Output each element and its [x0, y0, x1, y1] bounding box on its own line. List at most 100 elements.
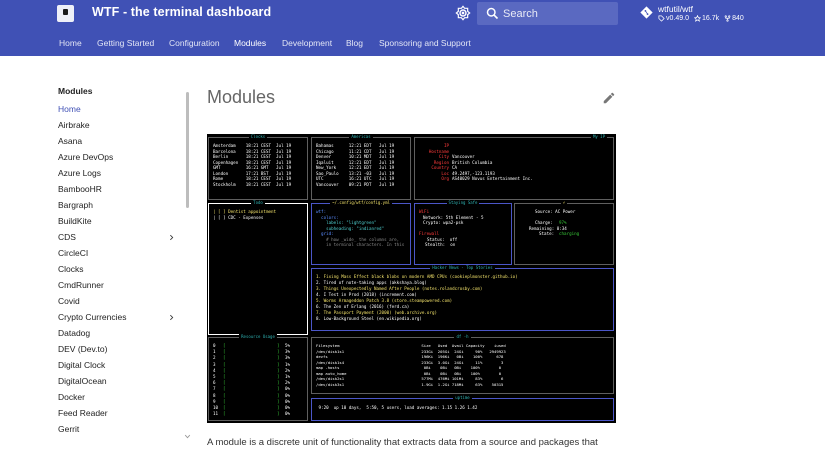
security-panel: Staying Safe WiFi Network: 5th Element -…: [414, 200, 512, 265]
cpu-percent: 2%: [285, 380, 291, 386]
config-panel: ~/.config/wtf/config.yml wtf: colors: la…: [311, 200, 411, 265]
search-input[interactable]: [503, 5, 613, 22]
cpu-bar-bracket: ]: [277, 355, 280, 361]
hackernews-panel: Hacker News - Top Stories 1. Fixing Mass…: [311, 265, 614, 331]
sidebar-item-covid[interactable]: Covid: [58, 296, 178, 306]
cpu-percent: 0%: [285, 411, 291, 417]
disk-usage-panel: df -h Filesystem Size Used Avail Capacit…: [311, 334, 614, 394]
sidebar-item-circleci[interactable]: CircleCI: [58, 248, 178, 258]
site-title[interactable]: WTF - the terminal dashboard: [92, 5, 271, 19]
sidebar-item-cmdrunner[interactable]: CmdRunner: [58, 280, 178, 290]
tab-blog[interactable]: Blog: [346, 38, 363, 48]
sidebar-item-feed-reader[interactable]: Feed Reader: [58, 408, 178, 418]
sidebar-item-airbrake[interactable]: Airbrake: [58, 120, 178, 130]
sidebar-item-digital-clock[interactable]: Digital Clock: [58, 360, 178, 370]
panel-title: Resource Usage: [239, 334, 277, 339]
sidebar-item-crypto-currencies[interactable]: Crypto Currencies: [58, 312, 178, 323]
cpu-bar-bracket: [: [223, 349, 226, 355]
cpu-percent: 2%: [285, 367, 291, 373]
search-box[interactable]: [477, 2, 618, 25]
repo-stars: 16.7k: [693, 15, 719, 22]
search-icon: [486, 7, 499, 20]
story-row: 6. The Zen of Erlang (2016) (ferd.ca): [316, 304, 410, 309]
power-state-value: charging: [559, 231, 580, 236]
cpu-bar-bracket: [: [223, 380, 226, 386]
tab-getting-started[interactable]: Getting Started: [97, 38, 154, 48]
cpu-percent: 0%: [285, 398, 291, 404]
cpu-percent: 3%: [285, 355, 291, 361]
cpu-bar-bracket: ]: [277, 392, 280, 398]
panel-title: ~/.config/wtf/config.yml: [330, 200, 392, 205]
cpu-bar-bracket: ]: [277, 398, 280, 404]
resource-usage-panel: Resource Usage 0 [] 5% 1 [] 3% 2 [] 3% 3 [] 1% 4 [] 2%…: [208, 334, 308, 421]
sidebar-item-bargraph[interactable]: Bargraph: [58, 200, 178, 210]
cpu-percent: 0%: [285, 386, 291, 392]
sidebar-title: Modules: [58, 86, 93, 96]
cpu-percent: 3%: [285, 349, 291, 355]
cpu-index: 10: [213, 405, 219, 410]
panel-title: Staying Safe: [446, 200, 480, 205]
cpu-bar-bracket: ]: [277, 343, 280, 348]
cpu-bar-bracket: [: [223, 392, 226, 398]
cpu-index: 6: [213, 380, 216, 386]
sidebar-item-gerrit[interactable]: Gerrit: [58, 424, 178, 434]
cpu-bar-bracket: [: [223, 386, 226, 392]
cpu-bar-bracket: ]: [277, 349, 280, 355]
sidebar-item-bamboohr[interactable]: BambooHR: [58, 184, 178, 194]
cpu-index: 11: [213, 411, 219, 417]
fork-icon: [724, 15, 731, 22]
panel-title: Hacker News - Top Stories: [430, 265, 495, 270]
sidebar-item-azure-logs[interactable]: Azure Logs: [58, 168, 178, 178]
americas-clocks-panel: Americas Bahamas 12:21 EDT Jul 19 Chicag…: [311, 134, 411, 200]
cpu-percent: 1%: [285, 361, 291, 367]
story-row: 1. Fixing Mass Effect black blobs on mod…: [316, 274, 518, 279]
cpu-index: 9: [213, 398, 216, 404]
scroll-down-icon[interactable]: [184, 434, 191, 439]
sidebar-scrollbar[interactable]: [186, 92, 189, 208]
sidebar-item-clocks[interactable]: Clocks: [58, 264, 178, 274]
panel-title: uptime: [453, 395, 472, 400]
cpu-bar-bracket: ]: [277, 374, 280, 379]
power-panel: ⚡ Source: AC Power Charge: 97% Remaining…: [514, 200, 614, 265]
security-stealth: Stealth: on: [425, 242, 456, 247]
cpu-index: 0: [213, 343, 216, 348]
sidebar-item-buildkite[interactable]: BuildKite: [58, 216, 178, 226]
cpu-percent: 5%: [285, 343, 291, 348]
tab-home[interactable]: Home: [59, 38, 82, 48]
sidebar-item-asana[interactable]: Asana: [58, 136, 178, 146]
panel-title: df -h: [454, 334, 471, 339]
ip-panel: My IP IP Hostname City Region Country Lo…: [414, 134, 614, 200]
sidebar-item-docker[interactable]: Docker: [58, 392, 178, 402]
tab-sponsoring[interactable]: Sponsoring and Support: [379, 38, 471, 48]
cpu-bar-bracket: [: [223, 361, 226, 367]
repo-link[interactable]: wtfutil/wtf v0.49.0 16.7k 840: [640, 3, 820, 25]
tab-development[interactable]: Development: [282, 38, 332, 48]
chevron-right-icon: [170, 314, 174, 321]
ip-value: British Columbia: [452, 159, 493, 165]
story-row: 7. The Passport Payment (2000) (web.arch…: [316, 310, 438, 315]
page-title: Modules: [207, 87, 276, 107]
edit-pencil-icon[interactable]: [602, 91, 616, 105]
chevron-right-icon: [170, 234, 174, 241]
df-row: /dev/disk3s1 1.9Gi 1.2Gi 718Mi 63% 50315: [316, 381, 504, 387]
panel-title: My IP: [590, 134, 607, 139]
story-row: 5. Worms Armageddon Patch 3.8 (store.ste…: [316, 298, 453, 303]
repo-stats: v0.49.0 16.7k 840: [658, 15, 744, 22]
intro-paragraph: A module is a discrete unit of functiona…: [207, 437, 598, 448]
cpu-index: 2: [213, 355, 216, 361]
tab-modules[interactable]: Modules: [234, 38, 266, 48]
sidebar-item-home[interactable]: Home: [58, 104, 178, 114]
sidebar-item-dev[interactable]: DEV (Dev.to): [58, 344, 178, 354]
cpu-bar-bracket: [: [223, 374, 226, 379]
site-logo[interactable]: [57, 5, 74, 22]
cpu-bar-bracket: [: [223, 355, 226, 361]
palette-toggle-icon[interactable]: [455, 5, 471, 21]
story-row: 2. Tired of note-taking apps (akkshaya.b…: [316, 280, 427, 285]
tab-configuration[interactable]: Configuration: [169, 38, 220, 48]
todo-item: | [ ] CDC - Expenses: [213, 214, 264, 220]
sidebar-item-datadog[interactable]: Datadog: [58, 328, 178, 338]
sidebar-item-cds[interactable]: CDS: [58, 232, 178, 243]
sidebar-item-azure-devops[interactable]: Azure DevOps: [58, 152, 178, 162]
sidebar-item-digitalocean[interactable]: DigitalOcean: [58, 376, 178, 386]
sidebar-item-label: CDS: [58, 232, 76, 242]
